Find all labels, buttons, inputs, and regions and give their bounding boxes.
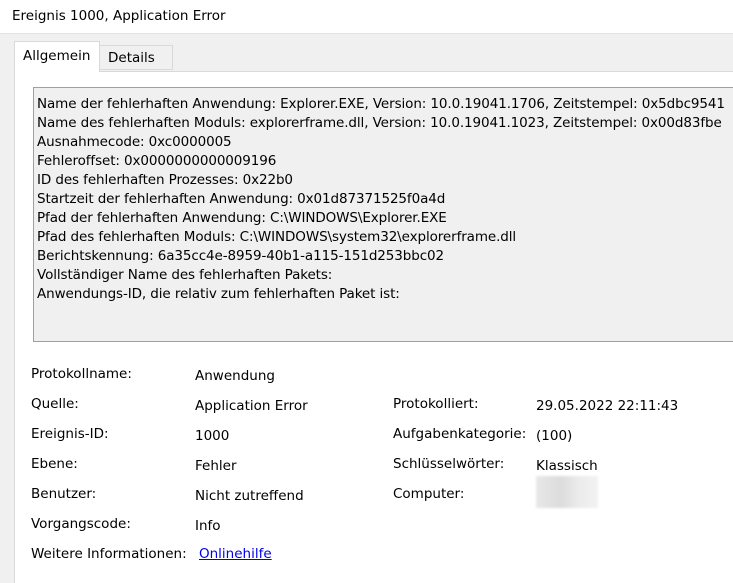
- description-line: Fehleroffset: 0x0000000000009196: [37, 153, 277, 169]
- description-line: Vollständiger Name des fehlerhaften Pake…: [37, 267, 333, 283]
- vorgangscode-label: Vorgangscode:: [31, 516, 131, 532]
- quelle-value: Application Error: [195, 398, 308, 414]
- aufgabenkategorie-label: Aufgabenkategorie:: [393, 426, 527, 442]
- general-tab-panel: Name der fehlerhaften Anwendung: Explore…: [14, 71, 733, 583]
- benutzer-label: Benutzer:: [31, 486, 97, 502]
- ereignis-id-value: 1000: [195, 428, 230, 444]
- tab-allgemein[interactable]: Allgemein: [14, 41, 100, 72]
- benutzer-value: Nicht zutreffend: [195, 488, 304, 504]
- tab-details[interactable]: Details: [100, 45, 173, 70]
- weitere-informationen-label: Weitere Informationen:: [31, 546, 187, 562]
- description-line: Pfad der fehlerhaften Anwendung: C:\WIND…: [37, 210, 447, 226]
- protokolliert-label: Protokolliert:: [393, 396, 479, 412]
- protokolliert-value: 29.05.2022 22:11:43: [536, 398, 679, 414]
- computer-value-redacted: [536, 476, 598, 508]
- protokollname-value: Anwendung: [195, 368, 275, 384]
- description-line: Anwendungs-ID, die relativ zum fehlerhaf…: [37, 286, 400, 302]
- quelle-label: Quelle:: [31, 396, 79, 412]
- protokollname-label: Protokollname:: [31, 366, 132, 382]
- description-line: Pfad des fehlerhaften Moduls: C:\WINDOWS…: [37, 229, 517, 245]
- schluesselwoerter-label: Schlüsselwörter:: [393, 456, 505, 472]
- vorgangscode-value: Info: [195, 518, 221, 534]
- ereignis-id-label: Ereignis-ID:: [31, 426, 109, 442]
- title-bar: Ereignis 1000, Application Error: [0, 0, 733, 34]
- window-title: Ereignis 1000, Application Error: [12, 8, 226, 24]
- onlinehilfe-link[interactable]: Onlinehilfe: [199, 546, 272, 562]
- description-line: Ausnahmecode: 0xc0000005: [37, 134, 232, 150]
- ebene-label: Ebene:: [31, 456, 78, 472]
- schluesselwoerter-value: Klassisch: [536, 458, 598, 474]
- description-line: Name der fehlerhaften Anwendung: Explore…: [37, 96, 725, 112]
- ebene-value: Fehler: [195, 458, 237, 474]
- description-line: Startzeit der fehlerhaften Anwendung: 0x…: [37, 191, 446, 207]
- aufgabenkategorie-value: (100): [536, 428, 573, 444]
- description-line: ID des fehlerhaften Prozesses: 0x22b0: [37, 172, 293, 188]
- description-line: Berichtskennung: 6a35cc4e-8959-40b1-a115…: [37, 248, 444, 264]
- computer-label: Computer:: [393, 486, 465, 502]
- description-line: Name des fehlerhaften Moduls: explorerfr…: [37, 115, 722, 131]
- event-properties-window: Ereignis 1000, Application Error Allgeme…: [0, 0, 733, 583]
- event-description-textbox[interactable]: Name der fehlerhaften Anwendung: Explore…: [33, 87, 733, 342]
